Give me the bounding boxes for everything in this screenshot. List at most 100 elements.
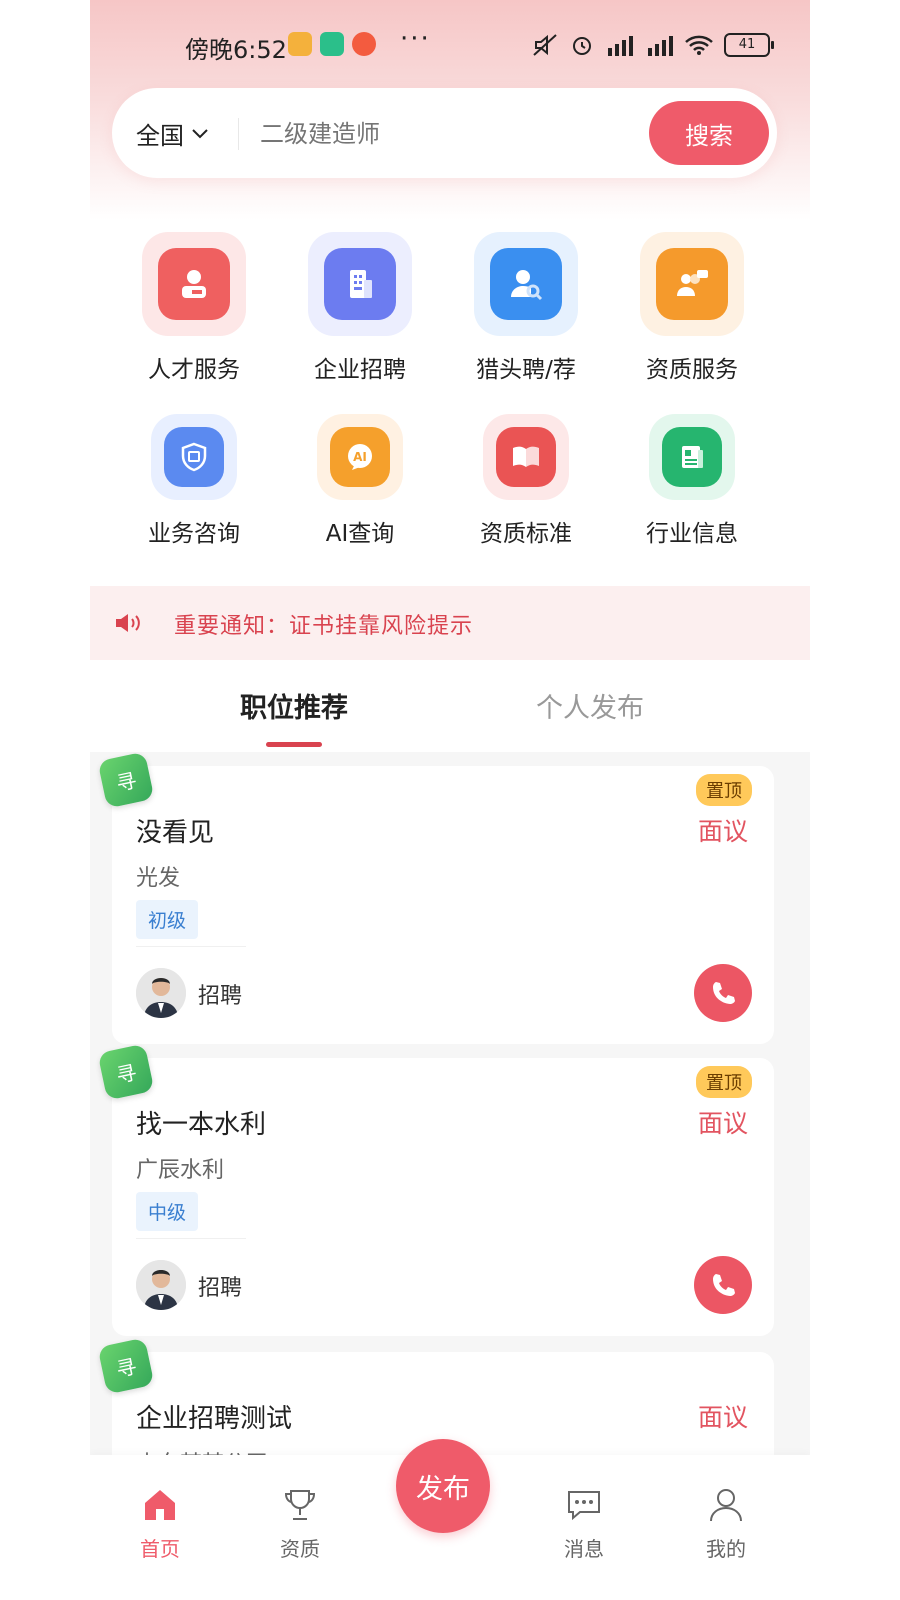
- job-card[interactable]: 寻 置顶 没看见 面议 光发 初级 招聘: [97, 751, 774, 1044]
- speaker-icon: [116, 614, 140, 632]
- publish-button[interactable]: 发布: [396, 1439, 490, 1533]
- job-title: 找一本水利: [136, 1110, 267, 1140]
- grid-item-talent-service[interactable]: 人才服务: [114, 232, 274, 384]
- grid-label: 行业信息: [646, 521, 738, 547]
- job-title: 企业招聘测试: [136, 1404, 293, 1434]
- search-input[interactable]: [258, 110, 632, 158]
- signal-icon: [608, 36, 633, 56]
- search-bar: 全国 搜索: [112, 88, 777, 178]
- security-app-icon: [320, 32, 344, 56]
- level-tag: 中级: [136, 1192, 199, 1231]
- mute-icon: [533, 34, 557, 56]
- nav-label: 我的: [706, 1537, 746, 1561]
- search-divider: [238, 118, 239, 150]
- grid-icon-bg: [649, 414, 735, 500]
- search-button[interactable]: 搜索: [649, 101, 769, 165]
- grid-icon-bg: [640, 232, 744, 336]
- grid-label: 人才服务: [148, 357, 240, 383]
- level-tag: 初级: [136, 900, 199, 939]
- home-icon: [145, 1490, 175, 1520]
- trophy-icon: [284, 1490, 316, 1520]
- grid-icon-bg: [483, 414, 569, 500]
- company-name: 广辰水利: [136, 1158, 225, 1183]
- grid-item-industry-info[interactable]: 行业信息: [612, 414, 772, 548]
- status-right-icons: 41: [532, 30, 774, 60]
- nav-qualification[interactable]: 资质: [260, 1485, 340, 1562]
- job-salary: 面议: [697, 817, 748, 846]
- status-time: 傍晚6:52: [185, 36, 287, 64]
- battery-icon: 41: [724, 33, 774, 57]
- grid-label: 企业招聘: [314, 357, 406, 383]
- poster-role: 招聘: [198, 1276, 243, 1301]
- signal-icon-2: [648, 36, 673, 56]
- people-chat-icon: [656, 248, 728, 320]
- phone-icon: [713, 1274, 735, 1296]
- nav-home[interactable]: 首页: [120, 1485, 200, 1562]
- nav-label: 资质: [280, 1537, 320, 1561]
- grid-label: 业务咨询: [148, 521, 240, 547]
- job-title: 没看见: [136, 818, 215, 848]
- grid-item-ai-query[interactable]: AI AI查询: [280, 414, 440, 548]
- news-icon: [662, 427, 722, 487]
- pinned-badge: 置顶: [696, 1066, 752, 1098]
- region-selector[interactable]: 全国: [136, 116, 208, 151]
- grid-item-qualification-service[interactable]: 资质服务: [612, 232, 772, 384]
- seek-badge: 寻: [97, 1337, 155, 1395]
- nav-label: 首页: [140, 1537, 180, 1561]
- svg-text:AI: AI: [353, 450, 367, 464]
- nav-label: 消息: [564, 1537, 604, 1561]
- grid-label: 猎头聘/荐: [476, 357, 576, 383]
- alarm-icon: [573, 37, 591, 55]
- company-name: 光发: [136, 866, 181, 891]
- grid-icon-bg: AI: [317, 414, 403, 500]
- notice-text: 重要通知：证书挂靠风险提示: [174, 614, 474, 639]
- chat-icon: [568, 1491, 600, 1521]
- region-label: 全国: [136, 122, 184, 150]
- avatar: [136, 1260, 186, 1310]
- grid-icon-bg: [142, 232, 246, 336]
- grid-item-headhunter[interactable]: 猎头聘/荐: [446, 232, 606, 384]
- phone-icon: [713, 982, 735, 1004]
- grid-label: AI查询: [325, 521, 395, 547]
- avatar: [136, 968, 186, 1018]
- nav-messages[interactable]: 消息: [544, 1485, 624, 1562]
- shield-icon: [164, 427, 224, 487]
- bottom-nav: 首页 资质 发布 消息 我的: [90, 1439, 810, 1600]
- seek-badge: 寻: [97, 1043, 155, 1101]
- wifi-icon: [685, 35, 713, 55]
- grid-icon-bg: [308, 232, 412, 336]
- grid-icon-bg: [474, 232, 578, 336]
- grid-icon-bg: [151, 414, 237, 500]
- grid-label: 资质服务: [646, 357, 738, 383]
- more-notifications-icon: ···: [400, 24, 431, 54]
- job-card[interactable]: 寻 置顶 找一本水利 面议 广辰水利 中级 招聘: [97, 1043, 774, 1336]
- grid-label: 资质标准: [480, 521, 572, 547]
- poster-role: 招聘: [198, 984, 243, 1009]
- book-icon: [496, 427, 556, 487]
- notice-bar[interactable]: 重要通知：证书挂靠风险提示: [90, 586, 810, 660]
- tab-bar: 职位推荐 个人发布: [90, 670, 810, 750]
- nav-profile[interactable]: 我的: [686, 1485, 766, 1562]
- job-salary: 面议: [697, 1109, 748, 1138]
- notification-app-icon: [288, 32, 312, 56]
- call-button[interactable]: [694, 1256, 752, 1314]
- status-bar: 傍晚6:52 ··· 41: [90, 20, 810, 70]
- chevron-down-icon: [192, 128, 208, 138]
- grid-item-qualification-standard[interactable]: 资质标准: [446, 414, 606, 548]
- job-list: 寻 置顶 没看见 面议 光发 初级 招聘 寻 置顶 找一本水利 面议 广辰水利 …: [90, 751, 810, 1492]
- user-icon: [710, 1489, 742, 1522]
- person-card-icon: [158, 248, 230, 320]
- grid-item-enterprise-recruit[interactable]: 企业招聘: [280, 232, 440, 384]
- tab-indicator: [266, 742, 322, 747]
- weibo-app-icon: [352, 32, 376, 56]
- grid-item-business-consult[interactable]: 业务咨询: [114, 414, 274, 548]
- ai-icon: AI: [330, 427, 390, 487]
- tab-job-recommend[interactable]: 职位推荐: [240, 686, 348, 725]
- card-divider: [136, 1238, 246, 1239]
- building-icon: [324, 248, 396, 320]
- call-button[interactable]: [694, 964, 752, 1022]
- app-screen: 傍晚6:52 ··· 41 全国 搜索: [90, 0, 810, 1600]
- tab-personal-post[interactable]: 个人发布: [536, 686, 644, 725]
- seek-badge: 寻: [97, 751, 155, 809]
- person-search-icon: [490, 248, 562, 320]
